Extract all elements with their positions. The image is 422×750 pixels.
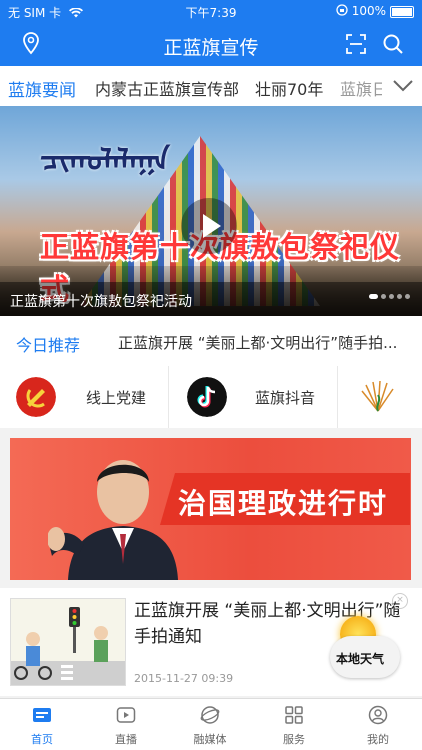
status-bar: 无 SIM 卡 下午7:39 100% xyxy=(0,0,422,22)
home-icon xyxy=(33,708,51,722)
quick-links: 线上党建 蓝旗抖音 xyxy=(0,366,422,428)
tab-media[interactable]: 融媒体 xyxy=(168,699,252,750)
quick-link-peacock[interactable] xyxy=(338,366,422,428)
party-emblem-icon xyxy=(16,377,56,417)
tab-70-years[interactable]: 壮丽70年 xyxy=(255,76,323,100)
profile-icon xyxy=(368,705,388,725)
tiktok-icon xyxy=(187,377,227,417)
news-list-item[interactable]: 正蓝旗开展 “美丽上都·文明出行”随手拍通知 2015-11-27 09:39 … xyxy=(0,588,422,696)
tab-propaganda-dept[interactable]: 内蒙古正蓝旗宣传部 xyxy=(95,76,239,100)
tab-lanqi-news[interactable]: 蓝旗要闻 xyxy=(8,76,76,101)
tab-home[interactable]: 首页 xyxy=(0,699,84,750)
chevron-down-icon xyxy=(393,80,413,92)
quick-link-label: 蓝旗抖音 xyxy=(255,389,316,407)
news-thumbnail xyxy=(10,598,126,686)
today-recommend[interactable]: 今日推荐 正蓝旗开展 “美丽上都·文明出行”随手拍... xyxy=(0,316,422,367)
recommend-label: 今日推荐 xyxy=(16,336,81,355)
media-icon xyxy=(200,706,220,724)
quick-link-label: 线上党建 xyxy=(86,389,147,407)
tab-services[interactable]: 服务 xyxy=(252,699,336,750)
services-icon xyxy=(285,706,303,724)
banner-caption: 正蓝旗第十次旗敖包祭祀活动 xyxy=(0,282,422,316)
weather-label: 本地天气 xyxy=(336,652,385,666)
channel-tabs: 蓝旗要闻 内蒙古正蓝旗宣传部 壮丽70年 蓝旗日 xyxy=(0,66,422,107)
play-video-button[interactable] xyxy=(181,198,237,254)
orientation-lock-icon xyxy=(336,4,348,16)
hero-banner[interactable]: ᠴᠢᠬᠤᠯᠠᠯᠠᠭᠠ 正蓝旗第十次旗敖包祭祀仪式 正蓝旗第十次旗敖包祭祀活动 xyxy=(0,106,422,316)
quick-link-party-building[interactable]: 线上党建 xyxy=(0,366,168,428)
weather-widget[interactable]: 本地天气 xyxy=(330,616,406,682)
battery-status: 100% xyxy=(336,4,414,18)
app-header: 正蓝旗宣传 xyxy=(0,22,422,66)
search-icon[interactable] xyxy=(382,33,404,55)
battery-icon xyxy=(390,5,414,18)
ad-slogan: 治国理政进行时 xyxy=(178,487,389,520)
ad-banner[interactable]: 治国理政进行时 xyxy=(10,438,411,580)
bottom-tab-bar: 首页 直播 融媒体 服务 我的 xyxy=(0,698,422,750)
close-icon[interactable]: × xyxy=(392,593,408,609)
peacock-logo-icon xyxy=(361,380,394,412)
carousel-indicator xyxy=(366,287,410,303)
channel-more-button[interactable] xyxy=(382,66,422,106)
mongolian-script-text: ᠴᠢᠬᠤᠯᠠᠯᠠᠭᠠ xyxy=(40,143,170,178)
scan-icon[interactable] xyxy=(346,34,366,54)
tab-live[interactable]: 直播 xyxy=(84,699,168,750)
tab-lanqi-daily[interactable]: 蓝旗日 xyxy=(340,76,388,100)
quick-link-douyin[interactable]: 蓝旗抖音 xyxy=(169,366,337,428)
recommend-headline[interactable]: 正蓝旗开展 “美丽上都·文明出行”随手拍... xyxy=(118,332,408,353)
live-icon xyxy=(116,707,136,723)
tab-profile[interactable]: 我的 xyxy=(336,699,420,750)
news-time: 2015-11-27 09:39 xyxy=(134,672,234,685)
